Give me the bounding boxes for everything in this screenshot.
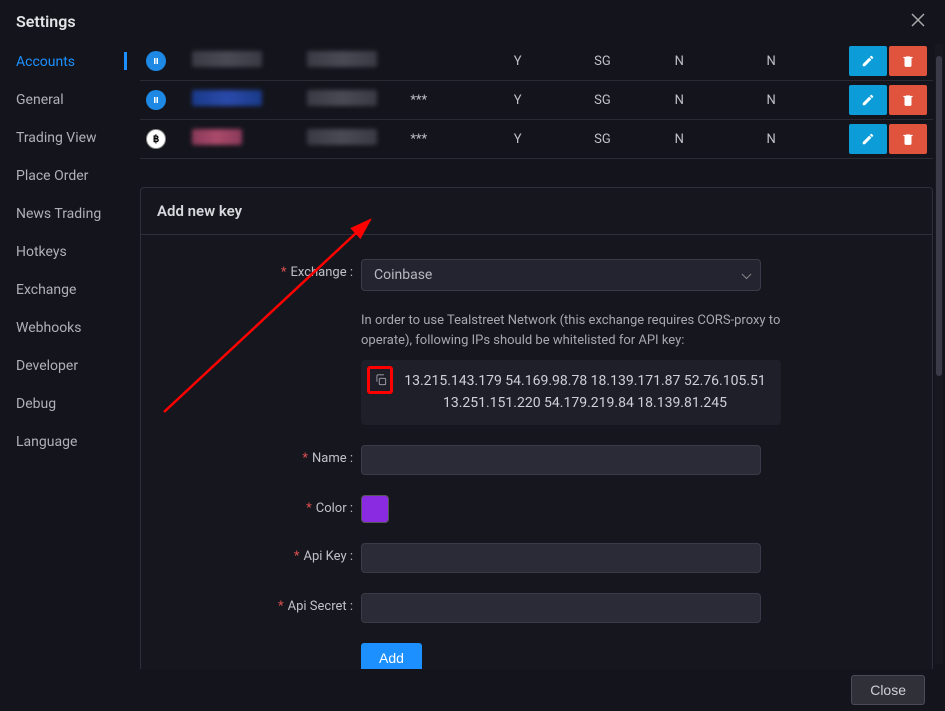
exchange-icon [146,51,166,71]
scrollbar[interactable] [935,44,943,664]
cell-value: N [761,81,830,120]
table-row: *** Y SG N N [140,81,933,120]
masked-cell [192,129,242,145]
sidebar-item-label: General [16,92,64,108]
edit-button[interactable] [849,124,887,154]
cell-value: SG [588,81,668,120]
sidebar-active-indicator [124,52,127,70]
panel-title: Add new key [141,188,932,235]
api-key-label: *Api Key : [161,543,361,564]
modal-title: Settings [16,12,76,31]
close-button[interactable]: Close [851,675,925,705]
sidebar-item-label: Developer [16,358,78,374]
exchange-icon [146,90,166,110]
cell-value: N [761,42,830,81]
ip-list-line: 13.251.151.220 54.179.219.84 18.139.81.2… [401,392,769,414]
cell-value: Y [508,120,588,159]
delete-button[interactable] [889,46,927,76]
whitelist-info-text: In order to use Tealstreet Network (this… [361,311,781,350]
table-row: ฿ *** Y SG N N [140,120,933,159]
api-secret-label: *Api Secret : [161,593,361,614]
sidebar-item-language[interactable]: Language [16,434,136,450]
scrollbar-thumb[interactable] [936,56,942,376]
cell-masked [404,42,507,81]
cell-masked: *** [404,120,507,159]
modal-header: Settings [0,0,945,42]
sidebar-item-place-order[interactable]: Place Order [16,168,136,184]
settings-modal: Settings Accounts General Trading View P… [0,0,945,711]
sidebar-item-label: News Trading [16,206,101,222]
cell-masked: *** [404,81,507,120]
sidebar-item-label: Exchange [16,282,76,298]
close-icon[interactable] [907,8,929,35]
exchange-label: *Exchange : [161,259,361,280]
table-row: Y SG N N [140,42,933,81]
cell-value: N [669,81,761,120]
cell-value: N [669,42,761,81]
ip-whitelist-box: 13.215.143.179 54.169.98.78 18.139.171.8… [361,360,781,425]
cell-value: N [761,120,830,159]
add-button[interactable]: Add [361,643,422,670]
copy-ips-icon[interactable] [371,370,391,390]
exchange-icon: ฿ [146,129,166,149]
masked-cell [307,129,377,145]
color-label: *Color : [161,495,361,516]
sidebar-item-debug[interactable]: Debug [16,396,136,412]
api-key-input[interactable] [361,543,761,573]
sidebar-item-label: Debug [16,396,56,412]
settings-sidebar: Accounts General Trading View Place Orde… [0,42,136,670]
delete-button[interactable] [889,124,927,154]
cell-value: SG [588,42,668,81]
sidebar-item-news-trading[interactable]: News Trading [16,206,136,222]
cell-value: SG [588,120,668,159]
sidebar-item-label: Webhooks [16,320,82,336]
masked-cell [192,51,262,67]
sidebar-item-label: Place Order [16,168,88,184]
sidebar-item-label: Hotkeys [16,244,67,260]
sidebar-item-hotkeys[interactable]: Hotkeys [16,244,136,260]
sidebar-item-label: Accounts [16,54,75,70]
api-secret-input[interactable] [361,593,761,623]
masked-cell [307,51,377,67]
exchange-select[interactable]: Coinbase [361,259,761,291]
name-label: *Name : [161,445,361,466]
name-input[interactable] [361,445,761,475]
cell-value: Y [508,81,588,120]
cell-value: Y [508,42,588,81]
sidebar-item-general[interactable]: General [16,92,136,108]
sidebar-item-trading-view[interactable]: Trading View [16,130,136,146]
sidebar-item-webhooks[interactable]: Webhooks [16,320,136,336]
add-key-panel: Add new key *Exchange : Coinbase In orde… [140,187,933,670]
delete-button[interactable] [889,85,927,115]
settings-main: Y SG N N [136,42,945,670]
masked-cell [192,90,262,106]
modal-footer: Close [0,669,945,711]
sidebar-item-label: Language [16,434,77,450]
ip-list-line: 13.215.143.179 54.169.98.78 18.139.171.8… [401,370,769,392]
edit-button[interactable] [849,85,887,115]
sidebar-item-label: Trading View [16,130,97,146]
sidebar-item-developer[interactable]: Developer [16,358,136,374]
api-keys-table: Y SG N N [140,42,933,159]
sidebar-item-accounts[interactable]: Accounts [16,54,136,70]
cell-value: N [669,120,761,159]
sidebar-item-exchange[interactable]: Exchange [16,282,136,298]
edit-button[interactable] [849,46,887,76]
color-picker[interactable] [361,495,389,523]
masked-cell [307,90,377,106]
